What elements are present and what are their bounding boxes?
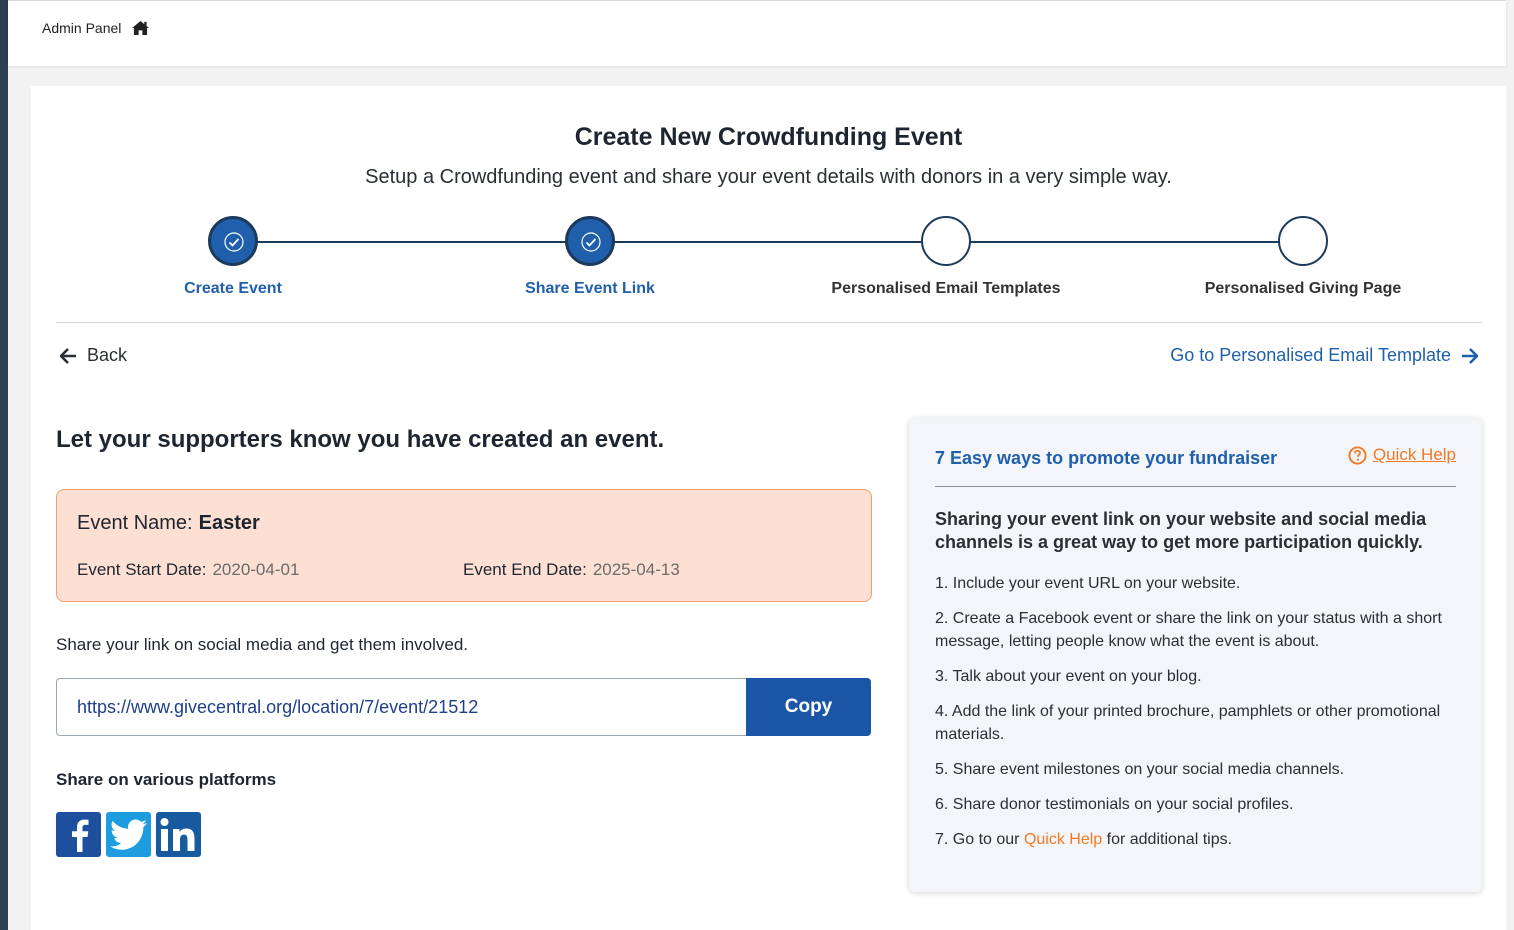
- step-label: Create Event: [184, 280, 282, 297]
- promotion-tips-panel: 7 Easy ways to promote your fundraiser Q…: [909, 418, 1482, 892]
- main-card: Create New Crowdfunding Event Setup a Cr…: [31, 86, 1506, 930]
- twitter-icon[interactable]: [106, 812, 151, 857]
- event-end-label: Event End Date:: [463, 560, 587, 579]
- step-label: Personalised Giving Page: [1204, 280, 1402, 297]
- event-link-row: https://www.givecentral.org/location/7/e…: [56, 678, 871, 736]
- home-icon[interactable]: [131, 20, 150, 36]
- list-item: 4. Add the link of your printed brochure…: [935, 703, 1441, 743]
- list-item: 6. Share donor testimonials on your soci…: [935, 796, 1294, 813]
- event-start-date: Event Start Date: 2020-04-01: [77, 560, 299, 580]
- tip-suffix: for additional tips.: [1102, 831, 1233, 848]
- arrow-left-icon: [60, 347, 76, 364]
- facebook-glyph: [71, 819, 88, 852]
- linkedin-icon[interactable]: [156, 812, 201, 857]
- tip-prefix: 7. Go to our: [935, 831, 1024, 848]
- event-summary-box: Event Name: Easter Event Start Date: 2020-…: [56, 489, 872, 602]
- stepper-line: [234, 241, 1304, 243]
- back-label[interactable]: Back: [87, 345, 127, 366]
- step-complete-indicator: [565, 216, 615, 266]
- copy-button[interactable]: Copy: [746, 678, 871, 736]
- event-end-value: 2025-04-13: [592, 560, 680, 579]
- event-end-date: Event End Date: 2025-04-13: [463, 560, 680, 580]
- twitter-glyph: [109, 819, 147, 850]
- check-icon: [581, 232, 601, 252]
- event-name-value: Easter: [198, 512, 260, 534]
- progress-stepper: Create Event Share Event Link Personalis…: [31, 216, 1506, 298]
- facebook-icon[interactable]: [56, 812, 101, 857]
- social-share-buttons: [56, 812, 201, 857]
- list-item: 2. Create a Facebook event or share the …: [935, 610, 1442, 650]
- step-create-event: Create Event: [113, 216, 353, 298]
- step-pending-indicator: [921, 216, 971, 266]
- tips-list: 1. Include your event URL on your websit…: [935, 572, 1463, 863]
- back-link[interactable]: Back: [60, 345, 127, 366]
- page-subtitle: Setup a Crowdfunding event and share you…: [365, 166, 1172, 188]
- divider: [56, 322, 1482, 323]
- check-icon: [224, 232, 244, 252]
- top-bar: Admin Panel: [8, 0, 1506, 66]
- quick-help-link[interactable]: Quick Help: [1348, 445, 1456, 465]
- page-title: Create New Crowdfunding Event: [574, 123, 963, 151]
- tips-lead: Sharing your event link on your website …: [935, 509, 1427, 552]
- step-personalised-giving-page: Personalised Giving Page: [1183, 216, 1423, 298]
- event-link-field[interactable]: https://www.givecentral.org/location/7/e…: [56, 678, 746, 736]
- tips-divider: [935, 486, 1456, 487]
- list-item: 5. Share event milestones on your social…: [935, 761, 1345, 778]
- next-step-link[interactable]: Go to Personalised Email Template: [1170, 345, 1478, 366]
- breadcrumb[interactable]: Admin Panel: [42, 20, 150, 36]
- quick-help-inline-link[interactable]: Quick Help: [1024, 831, 1102, 848]
- share-instruction: Share your link on social media and get …: [56, 635, 469, 654]
- breadcrumb-label[interactable]: Admin Panel: [42, 20, 121, 36]
- event-name-label: Event Name:: [77, 512, 193, 534]
- platforms-label: Share on various platforms: [56, 770, 277, 789]
- event-start-value: 2020-04-01: [212, 560, 300, 579]
- tips-title: 7 Easy ways to promote your fundraiser: [935, 448, 1278, 468]
- step-share-event-link: Share Event Link: [470, 216, 710, 298]
- linkedin-glyph: [160, 817, 194, 851]
- list-item: 1. Include your event URL on your websit…: [935, 575, 1241, 592]
- help-circle-icon: [1348, 445, 1367, 465]
- step-complete-indicator: [208, 216, 258, 266]
- left-rail: [0, 0, 8, 930]
- list-item: 3. Talk about your event on your blog.: [935, 668, 1202, 685]
- arrow-right-icon: [1462, 347, 1478, 364]
- step-pending-indicator: [1278, 216, 1328, 266]
- section-heading: Let your supporters know you have create…: [56, 426, 665, 453]
- step-label: Share Event Link: [525, 280, 655, 297]
- step-personalised-email-templates: Personalised Email Templates: [826, 216, 1066, 298]
- quick-help-label[interactable]: Quick Help: [1373, 445, 1456, 465]
- list-item: 7. Go to our Quick Help for additional t…: [935, 828, 1463, 851]
- event-start-label: Event Start Date:: [77, 560, 207, 579]
- step-label: Personalised Email Templates: [831, 280, 1061, 297]
- next-step-label[interactable]: Go to Personalised Email Template: [1170, 345, 1451, 366]
- event-name: Event Name: Easter: [77, 512, 260, 535]
